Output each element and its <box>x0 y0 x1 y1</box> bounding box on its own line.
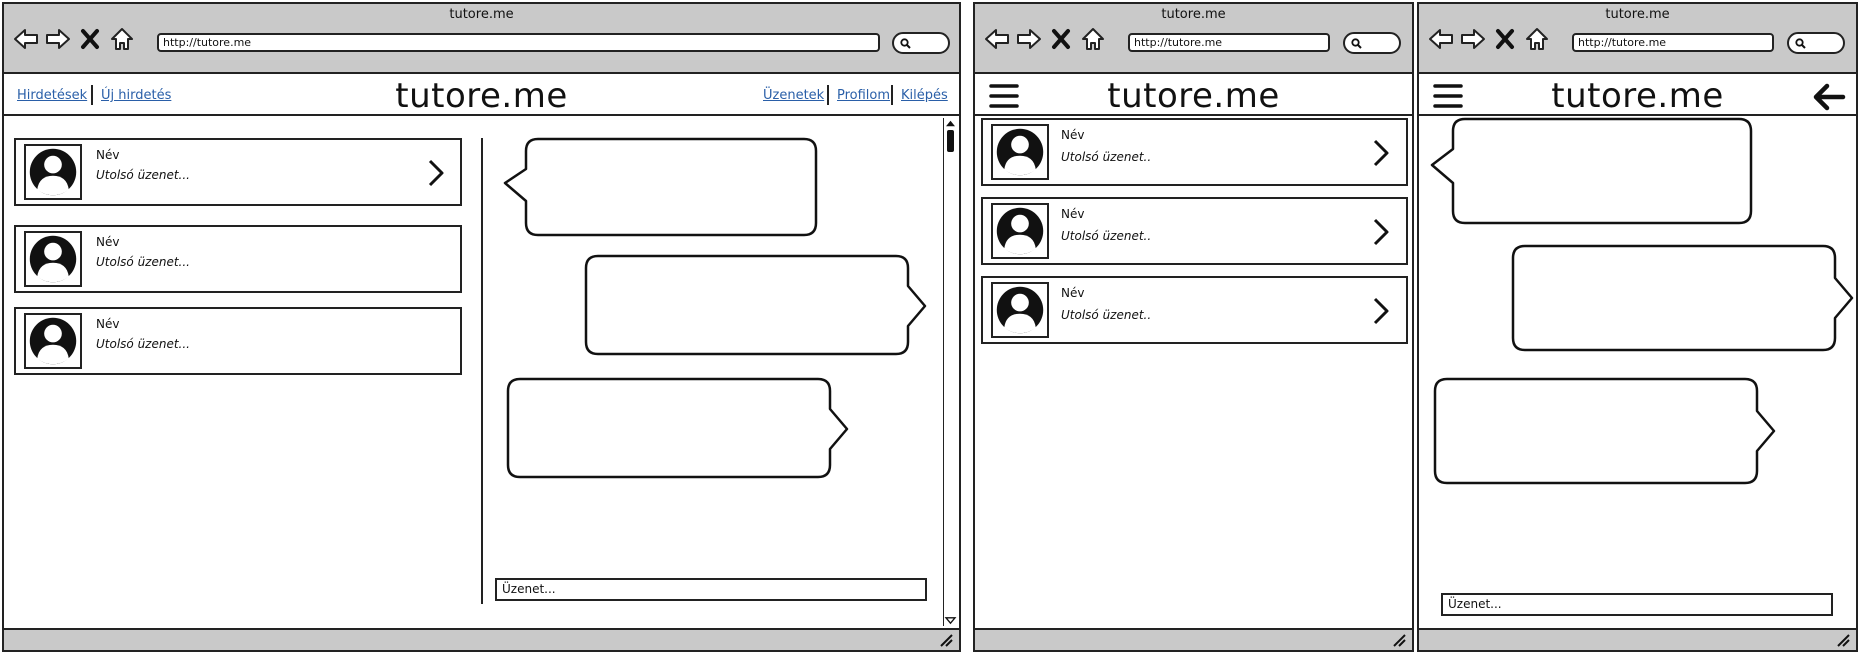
back-arrow-icon[interactable] <box>983 24 1011 54</box>
user-avatar-icon <box>991 282 1049 338</box>
browser-chrome: tutore.me http://tutore.me <box>4 4 959 74</box>
conversation-name: Név <box>96 235 120 249</box>
close-icon[interactable] <box>1047 24 1075 54</box>
incoming-message-bubble <box>1430 117 1753 225</box>
window-title: tutore.me <box>449 7 514 22</box>
resize-grip-icon[interactable] <box>1836 633 1850 647</box>
conversation-name: Név <box>96 317 120 331</box>
message-input[interactable]: Üzenet... <box>495 578 927 601</box>
chevron-right-icon[interactable] <box>1371 138 1391 168</box>
conversation-last-message: Utolsó üzenet.. <box>1061 308 1152 322</box>
app-logo: tutore.me <box>1107 76 1280 116</box>
conversation-name: Név <box>1061 207 1085 221</box>
arrow-left-icon[interactable] <box>1812 82 1846 112</box>
conversation-item[interactable]: Név Utolsó üzenet... <box>14 138 462 206</box>
conversation-name: Név <box>1061 128 1085 142</box>
nav-link-kilepes[interactable]: Kilépés <box>901 88 948 103</box>
scroll-up-icon[interactable] <box>944 119 957 128</box>
nav-link-uzenetek[interactable]: Üzenetek <box>763 88 824 103</box>
app-logo: tutore.me <box>1551 76 1724 116</box>
user-avatar-icon <box>24 144 82 200</box>
message-input[interactable]: Üzenet... <box>1441 593 1833 616</box>
app-header: tutore.me <box>1419 76 1856 116</box>
conversation-last-message: Utolsó üzenet.. <box>1061 229 1152 243</box>
user-avatar-icon <box>24 231 82 287</box>
nav-divider <box>891 85 893 105</box>
conversation-last-message: Utolsó üzenet... <box>96 168 190 182</box>
user-avatar-icon <box>991 124 1049 180</box>
search-icon <box>1351 38 1362 49</box>
chevron-right-icon[interactable] <box>426 158 446 188</box>
status-bar <box>975 628 1412 650</box>
forward-arrow-icon[interactable] <box>1459 24 1487 54</box>
conversation-item[interactable]: Név Utolsó üzenet.. <box>981 118 1408 186</box>
outgoing-message-bubble <box>506 377 849 479</box>
nav-divider <box>827 85 829 105</box>
status-bar <box>1419 628 1856 650</box>
mobile-chat-browser-window: tutore.me http://tutore.me tutore.me Üze… <box>1417 2 1858 652</box>
back-arrow-icon[interactable] <box>12 24 40 54</box>
panel-divider <box>481 138 483 604</box>
browser-chrome: tutore.me http://tutore.me <box>1419 4 1856 74</box>
home-icon[interactable] <box>108 24 136 54</box>
scrollbar-thumb[interactable] <box>947 130 954 152</box>
browser-nav-buttons <box>12 24 136 54</box>
user-avatar-icon <box>991 203 1049 259</box>
resize-grip-icon[interactable] <box>939 633 953 647</box>
browser-search-field[interactable] <box>1343 32 1401 54</box>
window-title: tutore.me <box>1605 7 1670 22</box>
home-icon[interactable] <box>1523 24 1551 54</box>
desktop-browser-window: tutore.me http://tutore.me Hirdetések Új… <box>2 2 961 652</box>
back-arrow-icon[interactable] <box>1427 24 1455 54</box>
conversation-item[interactable]: Név Utolsó üzenet.. <box>981 276 1408 344</box>
conversation-name: Név <box>1061 286 1085 300</box>
outgoing-message-bubble <box>1511 244 1854 352</box>
app-header: tutore.me <box>975 76 1412 116</box>
chevron-right-icon[interactable] <box>1371 217 1391 247</box>
url-bar[interactable]: http://tutore.me <box>1128 33 1330 52</box>
home-icon[interactable] <box>1079 24 1107 54</box>
url-bar[interactable]: http://tutore.me <box>157 33 880 52</box>
scroll-down-icon[interactable] <box>944 616 957 625</box>
browser-chrome: tutore.me http://tutore.me <box>975 4 1412 74</box>
resize-grip-icon[interactable] <box>1392 633 1406 647</box>
outgoing-message-bubble <box>1433 377 1776 485</box>
conversation-last-message: Utolsó üzenet... <box>96 337 190 351</box>
conversation-item[interactable]: Név Utolsó üzenet... <box>14 307 462 375</box>
chevron-right-icon[interactable] <box>1371 296 1391 326</box>
conversation-name: Név <box>96 148 120 162</box>
app-header: Hirdetések Új hirdetés tutore.me Üzenete… <box>4 76 959 116</box>
forward-arrow-icon[interactable] <box>1015 24 1043 54</box>
close-icon[interactable] <box>76 24 104 54</box>
close-icon[interactable] <box>1491 24 1519 54</box>
search-icon <box>1795 38 1806 49</box>
vertical-scrollbar[interactable] <box>943 118 957 626</box>
nav-link-profilom[interactable]: Profilom <box>837 88 890 103</box>
browser-nav-buttons <box>983 24 1107 54</box>
incoming-message-bubble <box>503 137 818 237</box>
status-bar <box>4 628 959 650</box>
forward-arrow-icon[interactable] <box>44 24 72 54</box>
outgoing-message-bubble <box>584 254 927 356</box>
mobile-list-browser-window: tutore.me http://tutore.me tutore.me Név… <box>973 2 1414 652</box>
window-title: tutore.me <box>1161 7 1226 22</box>
browser-nav-buttons <box>1427 24 1551 54</box>
conversation-last-message: Utolsó üzenet... <box>96 255 190 269</box>
user-avatar-icon <box>24 313 82 369</box>
search-icon <box>900 38 911 49</box>
browser-search-field[interactable] <box>1787 32 1845 54</box>
conversation-item[interactable]: Név Utolsó üzenet... <box>14 225 462 293</box>
conversation-item[interactable]: Név Utolsó üzenet.. <box>981 197 1408 265</box>
conversation-last-message: Utolsó üzenet.. <box>1061 150 1152 164</box>
url-bar[interactable]: http://tutore.me <box>1572 33 1774 52</box>
browser-search-field[interactable] <box>892 32 950 54</box>
